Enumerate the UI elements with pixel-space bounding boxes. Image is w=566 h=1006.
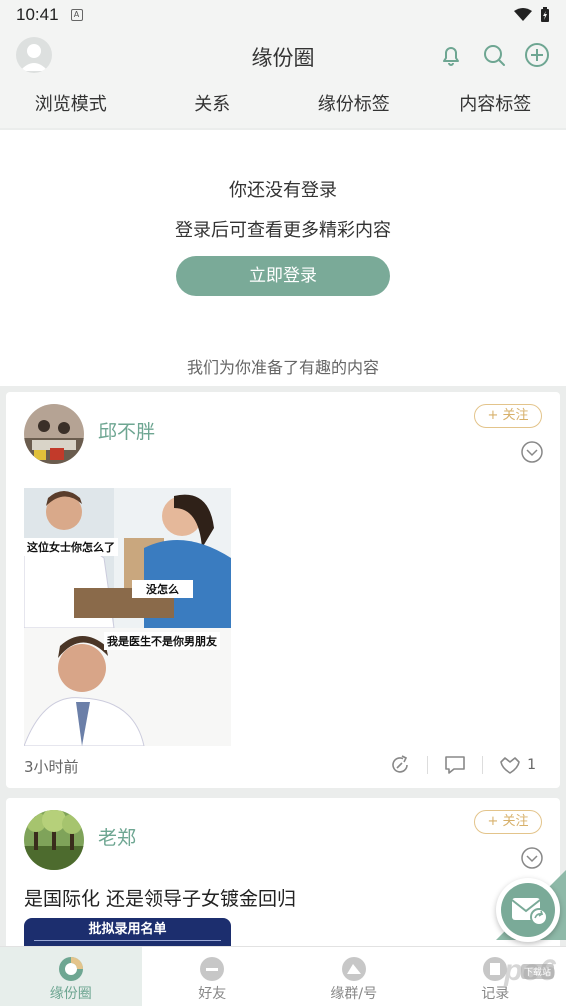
avatar-photo-icon bbox=[24, 404, 84, 464]
recommend-note: 我们为你准备了有趣的内容 bbox=[186, 358, 379, 377]
login-panel: 你还没有登录 登录后可查看更多精彩内容 立即登录 我们为你准备了有趣的内容 bbox=[0, 130, 566, 386]
chevron-down-icon[interactable] bbox=[521, 847, 543, 869]
chevron-down-icon[interactable] bbox=[521, 441, 543, 463]
nav-label: 缘份圈 bbox=[49, 986, 92, 1002]
meme-caption: 没怎么 bbox=[132, 580, 193, 598]
comment-icon[interactable] bbox=[444, 754, 466, 776]
post-author[interactable]: 邱不胖 bbox=[98, 417, 155, 444]
battery-icon bbox=[541, 7, 549, 22]
post-image[interactable]: 这位女士你怎么了 没怎么 我是医生不是你男朋友 bbox=[24, 488, 231, 746]
meme-caption: 我是医生不是你男朋友 bbox=[104, 632, 220, 650]
post-card[interactable]: 邱不胖 + 关注 这位女士你怎么了 没怎么 我是医生不是你男朋友 3小时前 1 bbox=[6, 392, 560, 788]
image-banner-text: 批拟录用名单 bbox=[88, 922, 167, 937]
follow-button[interactable]: + 关注 bbox=[474, 810, 542, 834]
fab-inner bbox=[501, 883, 555, 937]
post-author[interactable]: 老郑 bbox=[98, 823, 136, 850]
nav-item-groups[interactable]: 缘群/号 bbox=[283, 947, 425, 1006]
post-avatar[interactable] bbox=[24, 404, 84, 464]
filter-content-tag[interactable]: 内容标签 bbox=[425, 82, 566, 128]
add-icon[interactable] bbox=[524, 42, 550, 68]
divider bbox=[427, 756, 429, 774]
divider bbox=[482, 756, 484, 774]
login-title: 你还没有登录 bbox=[229, 180, 337, 201]
meme-caption: 这位女士你怎么了 bbox=[24, 538, 118, 556]
post-avatar[interactable] bbox=[24, 810, 84, 870]
meme-illustration bbox=[24, 488, 231, 746]
divider bbox=[34, 940, 221, 941]
bottom-nav: 缘份圈 好友 缘群/号 记录 bbox=[0, 946, 566, 1006]
message-fab[interactable] bbox=[496, 878, 560, 942]
filter-browse-mode[interactable]: 浏览模式 bbox=[0, 82, 142, 128]
wifi-icon bbox=[514, 8, 532, 21]
status-icons bbox=[514, 7, 550, 23]
post-text: 是国际化 还是领导子女镀金回归 bbox=[24, 888, 297, 910]
status-time: 10:41 bbox=[16, 5, 59, 24]
like-icon[interactable] bbox=[499, 754, 521, 776]
notification-icon: A bbox=[70, 9, 83, 21]
filter-relation[interactable]: 关系 bbox=[142, 82, 284, 128]
app-header: 缘份圈 bbox=[0, 30, 566, 82]
share-icon[interactable] bbox=[389, 754, 411, 776]
login-subtitle: 登录后可查看更多精彩内容 bbox=[175, 220, 391, 241]
nav-item-fate-circle[interactable]: 缘份圈 bbox=[0, 947, 142, 1006]
login-button[interactable]: 立即登录 bbox=[176, 256, 390, 296]
nav-item-friends[interactable]: 好友 bbox=[142, 947, 284, 1006]
search-icon[interactable] bbox=[481, 42, 507, 68]
nav-label: 好友 bbox=[198, 986, 227, 1002]
nav-label: 缘群/号 bbox=[330, 986, 378, 1002]
filter-fate-tag[interactable]: 缘份标签 bbox=[283, 82, 425, 128]
follow-button[interactable]: + 关注 bbox=[474, 404, 542, 428]
post-actions: 1 bbox=[389, 754, 536, 776]
friends-icon bbox=[200, 957, 225, 981]
group-icon bbox=[341, 957, 366, 981]
watermark-tag: 下载站 bbox=[520, 964, 554, 979]
filter-bar: 浏览模式 关系 缘份标签 内容标签 bbox=[0, 82, 566, 128]
avatar-photo-icon bbox=[24, 810, 84, 870]
post-time: 3小时前 bbox=[24, 758, 79, 776]
bell-icon[interactable] bbox=[438, 42, 464, 68]
status-bar: 10:41 A bbox=[0, 0, 566, 30]
mail-share-icon bbox=[511, 898, 548, 926]
like-count: 1 bbox=[527, 757, 536, 773]
circle-icon bbox=[58, 957, 83, 981]
